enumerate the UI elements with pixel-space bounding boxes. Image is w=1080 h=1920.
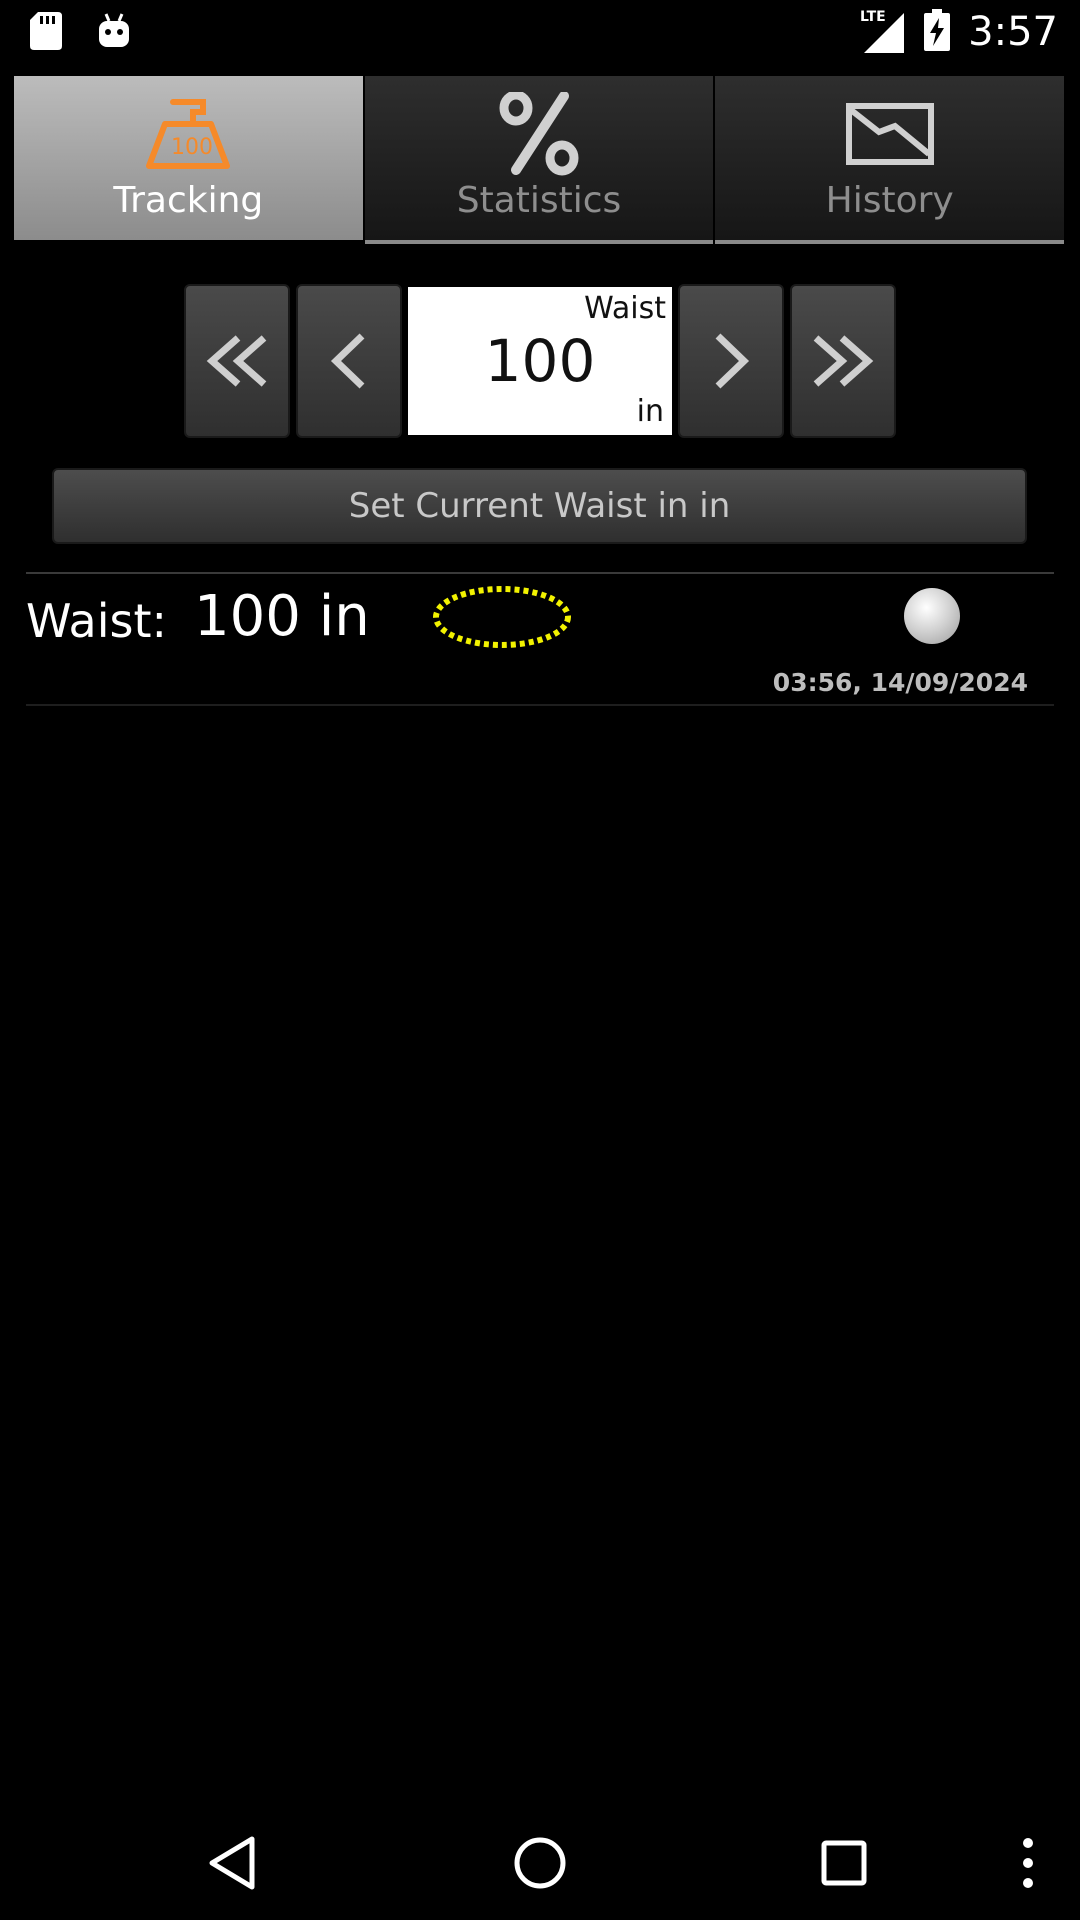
entry-value: 100 in [194,584,370,649]
clock: 3:57 [968,9,1058,55]
status-bar: LTE 3:57 [0,0,1080,63]
tab-tracking[interactable]: 100 Tracking [14,76,365,240]
svg-text:100: 100 [171,135,213,160]
navigation-bar [0,1810,1080,1920]
tab-history[interactable]: History [715,76,1067,244]
weight-scale-icon: 100 [143,94,233,174]
chart-icon [845,94,935,174]
tab-label: History [825,180,954,221]
back-icon [209,1836,255,1890]
tab-label: Statistics [456,180,622,221]
value-label: Waist [584,291,666,326]
android-icon [98,12,130,52]
entry-timestamp: 03:56, 14/09/2024 [772,668,1028,697]
home-button[interactable] [510,1828,570,1898]
set-current-waist-button[interactable]: Set Current Waist in in [52,468,1027,544]
double-chevron-left-icon [206,335,267,387]
chevron-right-icon [715,333,750,389]
entry-label: Waist: [26,594,168,648]
value-display[interactable]: Waist 100 in [408,287,672,435]
svg-text:LTE: LTE [860,9,886,25]
sd-card-icon [30,12,62,52]
dotted-ellipse-icon [430,582,574,656]
percent-icon [494,92,584,176]
recents-button[interactable] [814,1828,874,1898]
increase-button[interactable] [678,284,784,438]
list-item[interactable]: Waist: 100 in 03:56, 14/09/2024 [26,574,1054,704]
increase-large-button[interactable] [790,284,896,438]
status-dot-icon [904,588,960,644]
tab-bar: 100 Tracking Statistics History [14,76,1067,244]
value-unit: in [636,394,664,429]
overflow-menu-button[interactable] [1010,1828,1046,1898]
chevron-left-icon [330,333,365,389]
tab-statistics[interactable]: Statistics [364,76,716,244]
signal-icon: LTE [860,7,906,57]
recents-icon [821,1840,867,1886]
battery-charging-icon [924,9,951,55]
back-button[interactable] [204,1828,264,1898]
value-stepper: Waist 100 in [184,284,896,438]
more-vertical-icon [1023,1838,1033,1888]
home-icon [514,1837,566,1889]
divider [26,704,1054,706]
value-number: 100 [484,327,596,395]
double-chevron-right-icon [813,335,874,387]
decrease-large-button[interactable] [184,284,290,438]
decrease-button[interactable] [296,284,402,438]
tab-label: Tracking [113,180,264,221]
